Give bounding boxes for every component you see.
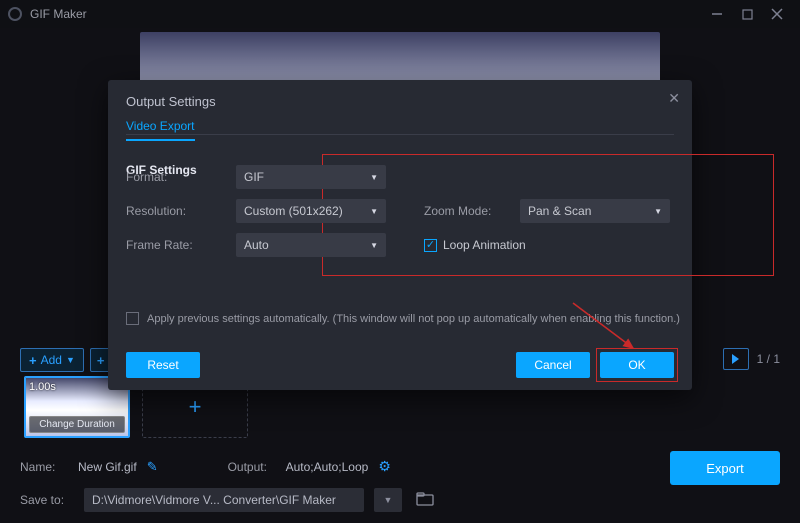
save-row: Save to: ▼ [20, 488, 780, 512]
format-select[interactable]: GIF ▼ [236, 165, 386, 189]
chevron-down-icon: ▼ [370, 173, 378, 182]
format-value: GIF [244, 170, 264, 184]
zoom-label: Zoom Mode: [424, 204, 506, 218]
output-settings-button[interactable]: ⚙ [378, 458, 391, 475]
save-path-dropdown[interactable]: ▼ [374, 488, 402, 512]
dialog-title: Output Settings [126, 94, 674, 109]
open-folder-button[interactable] [416, 492, 434, 509]
tab-video-export[interactable]: Video Export [126, 119, 195, 141]
loop-label: Loop Animation [443, 238, 526, 252]
app-title: GIF Maker [30, 7, 87, 21]
apply-previous-row[interactable]: Apply previous settings automatically. (… [126, 312, 680, 325]
output-settings-dialog: Output Settings ✕ Video Export GIF Setti… [108, 80, 692, 390]
chevron-down-icon: ▼ [370, 207, 378, 216]
save-path-input[interactable] [84, 488, 364, 512]
resolution-select[interactable]: Custom (501x262) ▼ [236, 199, 386, 223]
chevron-down-icon: ▼ [384, 495, 393, 505]
edit-name-button[interactable]: ✎ [147, 459, 158, 475]
name-row: Name: New Gif.gif ✎ Output: Auto;Auto;Lo… [20, 458, 780, 475]
cancel-button[interactable]: Cancel [516, 352, 590, 378]
framerate-select[interactable]: Auto ▼ [236, 233, 386, 257]
ok-button[interactable]: OK [600, 352, 674, 378]
dialog-close-button[interactable]: ✕ [668, 90, 680, 107]
resolution-label: Resolution: [126, 204, 222, 218]
divider [126, 134, 674, 135]
name-label: Name: [20, 460, 68, 474]
plus-icon: + [189, 394, 202, 420]
framerate-label: Frame Rate: [126, 238, 222, 252]
resolution-value: Custom (501x262) [244, 204, 343, 218]
app-logo-icon [8, 7, 22, 21]
framerate-value: Auto [244, 238, 269, 252]
settings-form: Format: GIF ▼ Resolution: Custom (501x26… [126, 160, 674, 262]
checkbox-empty-icon [126, 312, 139, 325]
reset-button[interactable]: Reset [126, 352, 200, 378]
dialog-buttons: Reset Cancel OK [126, 352, 674, 378]
app-window: GIF Maker + Add ▼ + 1 / 1 1.00s Change D… [0, 0, 800, 523]
output-value: Auto;Auto;Loop [286, 460, 369, 474]
name-value: New Gif.gif [78, 460, 137, 474]
zoom-value: Pan & Scan [528, 204, 591, 218]
apply-label: Apply previous settings automatically. (… [147, 313, 680, 325]
modal-layer: Output Settings ✕ Video Export GIF Setti… [0, 80, 800, 390]
close-button[interactable] [762, 0, 792, 28]
save-to-label: Save to: [20, 493, 74, 507]
chevron-down-icon: ▼ [370, 241, 378, 250]
maximize-button[interactable] [732, 0, 762, 28]
minimize-button[interactable] [702, 0, 732, 28]
zoom-mode-select[interactable]: Pan & Scan ▼ [520, 199, 670, 223]
change-duration-button[interactable]: Change Duration [29, 416, 125, 433]
titlebar: GIF Maker [0, 0, 800, 28]
checkbox-icon: ✓ [424, 239, 437, 252]
ok-label: OK [628, 358, 645, 372]
output-label: Output: [228, 460, 276, 474]
chevron-down-icon: ▼ [654, 207, 662, 216]
format-label: Format: [126, 170, 222, 184]
export-button[interactable]: Export [670, 451, 780, 485]
loop-animation-checkbox[interactable]: ✓ Loop Animation [424, 238, 526, 252]
